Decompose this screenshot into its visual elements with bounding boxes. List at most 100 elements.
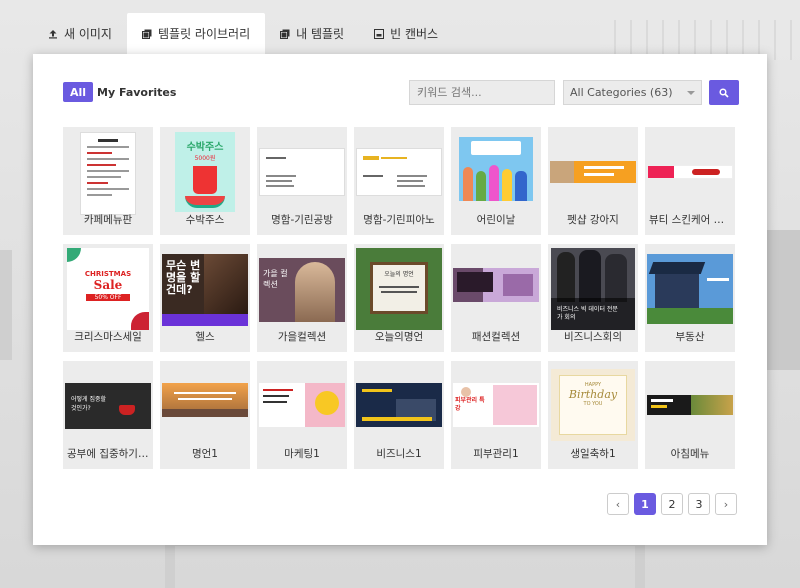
template-label: 명언1 xyxy=(191,448,218,460)
category-select[interactable]: All Categories (63) xyxy=(563,80,702,105)
tab-label: 빈 캔버스 xyxy=(390,27,439,41)
template-card[interactable]: 오늘의 명언 오늘의명언 xyxy=(354,244,444,352)
template-card[interactable]: CHRISTMAS Sale 50% OFF 크리스마스세일 xyxy=(63,244,153,352)
template-label: 비즈니스회의 xyxy=(564,331,622,343)
upload-icon xyxy=(48,29,58,39)
category-select-value: All Categories (63) xyxy=(570,86,673,99)
thumbnail-text: 무슨 변명을 할건데? xyxy=(166,259,201,296)
thumbnail-text: Birthday xyxy=(568,388,618,401)
template-label: 패션컬렉션 xyxy=(471,331,521,343)
tab-template-library[interactable]: 템플릿 라이브러리 xyxy=(126,13,266,54)
template-thumbnail: 어떻게 집중할것인가? xyxy=(65,383,151,429)
templates-icon xyxy=(141,29,152,39)
template-label: 비즈니스1 xyxy=(376,448,422,460)
keyword-search-input[interactable] xyxy=(409,80,555,105)
template-thumbnail xyxy=(356,148,442,196)
template-card[interactable]: HAPPY Birthday TO YOU 생일축하1 xyxy=(548,361,638,469)
tab-blank-canvas[interactable]: 빈 캔버스 xyxy=(359,13,453,54)
page-button-2[interactable]: 2 xyxy=(661,493,683,515)
page-button-3[interactable]: 3 xyxy=(688,493,710,515)
template-thumbnail xyxy=(647,165,733,179)
page-button-1[interactable]: 1 xyxy=(634,493,656,515)
template-label: 헬스 xyxy=(195,331,215,343)
thumbnail-text: Sale xyxy=(93,278,123,292)
template-label: 명함-기린공방 xyxy=(271,214,333,226)
all-filter-button[interactable]: All xyxy=(63,82,94,102)
template-thumbnail: 가을 컬렉션 xyxy=(259,258,345,322)
template-label: 명함-기린피아노 xyxy=(363,214,435,226)
template-card[interactable]: 카페메뉴판 xyxy=(63,127,153,235)
template-thumbnail xyxy=(550,161,636,183)
template-thumbnail xyxy=(80,132,136,215)
search-button[interactable] xyxy=(709,80,739,105)
favorites-filter-button[interactable]: My Favorites xyxy=(97,82,176,102)
template-card[interactable]: 마케팅1 xyxy=(257,361,347,469)
template-card[interactable]: 아침메뉴 xyxy=(645,361,735,469)
template-card[interactable]: 패션컬렉션 xyxy=(451,244,541,352)
tab-label: 새 이미지 xyxy=(64,27,112,41)
template-thumbnail xyxy=(647,254,733,324)
template-thumbnail: 오늘의 명언 xyxy=(356,248,442,330)
template-thumbnail xyxy=(459,137,533,201)
thumbnail-text: 가을 컬렉션 xyxy=(263,269,288,289)
template-label: 가을컬렉션 xyxy=(277,331,327,343)
backdrop-strip-left xyxy=(0,250,12,360)
template-label: 아침메뉴 xyxy=(670,448,710,460)
template-thumbnail xyxy=(356,383,442,427)
template-card[interactable]: 명함-기린공방 xyxy=(257,127,347,235)
template-card[interactable]: 무슨 변명을 할건데? 헬스 xyxy=(160,244,250,352)
template-thumbnail: HAPPY Birthday TO YOU xyxy=(551,369,635,441)
tab-my-templates[interactable]: 내 템플릿 xyxy=(265,13,359,54)
template-card[interactable]: 어떻게 집중할것인가? 공부에 집중하기 ... xyxy=(63,361,153,469)
template-card[interactable]: 뷰티 스킨케어 상... xyxy=(645,127,735,235)
template-card[interactable]: 가을 컬렉션 가을컬렉션 xyxy=(257,244,347,352)
pagination: ‹ 1 2 3 › xyxy=(607,493,737,515)
thumbnail-text: CHRISTMAS xyxy=(84,270,132,278)
template-card[interactable]: 피부관리 특강 피부관리1 xyxy=(451,361,541,469)
template-thumbnail: 비즈니스 빅 데이터 전문가 회의 xyxy=(551,248,635,330)
template-label: 어린이날 xyxy=(476,214,516,226)
template-label: 공부에 집중하기 ... xyxy=(67,448,149,460)
template-grid: 카페메뉴판 수박주스 5000원 수박주스 명함-기린공방 명함-기린피아노 어… xyxy=(63,127,735,469)
tab-label: 템플릿 라이브러리 xyxy=(157,27,251,41)
template-thumbnail: 무슨 변명을 할건데? xyxy=(162,254,248,326)
template-label: 수박주스 xyxy=(185,214,225,226)
thumbnail-text: 50% OFF xyxy=(86,294,130,301)
template-label: 카페메뉴판 xyxy=(83,214,133,226)
template-card[interactable]: 부동산 xyxy=(645,244,735,352)
template-thumbnail xyxy=(259,148,345,196)
thumbnail-text: 5000원 xyxy=(194,155,216,162)
my-templates-icon xyxy=(280,29,290,39)
template-card[interactable]: 비즈니스 빅 데이터 전문가 회의 비즈니스회의 xyxy=(548,244,638,352)
thumbnail-text: TO YOU xyxy=(583,401,603,407)
template-card[interactable]: 수박주스 5000원 수박주스 xyxy=(160,127,250,235)
template-card[interactable]: 어린이날 xyxy=(451,127,541,235)
template-card[interactable]: 명언1 xyxy=(160,361,250,469)
template-card[interactable]: 펫샵 강아지 xyxy=(548,127,638,235)
template-thumbnail xyxy=(259,383,345,427)
thumbnail-text: 비즈니스 빅 데이터 전문가 회의 xyxy=(557,306,618,321)
template-label: 부동산 xyxy=(675,331,705,343)
blank-canvas-icon xyxy=(374,28,385,39)
search-icon xyxy=(719,87,729,98)
template-thumbnail: 수박주스 5000원 xyxy=(175,132,235,212)
template-card[interactable]: 명함-기린피아노 xyxy=(354,127,444,235)
template-label: 피부관리1 xyxy=(473,448,519,460)
thumbnail-text: 어떻게 집중할것인가? xyxy=(71,396,107,412)
template-label: 크리스마스세일 xyxy=(74,331,142,343)
template-label: 오늘의명언 xyxy=(374,331,424,343)
template-thumbnail: CHRISTMAS Sale 50% OFF xyxy=(67,248,149,330)
tab-label: 내 템플릿 xyxy=(296,27,345,41)
template-thumbnail xyxy=(162,383,248,417)
tab-bar: 새 이미지 템플릿 라이브러리 내 템플릿 빈 캔버스 xyxy=(33,13,453,54)
template-thumbnail xyxy=(453,268,539,302)
template-card[interactable]: 비즈니스1 xyxy=(354,361,444,469)
template-label: 펫샵 강아지 xyxy=(567,214,619,226)
tab-new-image[interactable]: 새 이미지 xyxy=(33,13,127,54)
next-page-button[interactable]: › xyxy=(715,493,737,515)
thumbnail-text: 오늘의 명언 xyxy=(384,271,414,278)
previous-page-button[interactable]: ‹ xyxy=(607,493,629,515)
thumbnail-text: 피부관리 특강 xyxy=(455,397,485,412)
template-library-panel: All My Favorites All Categories (63) xyxy=(33,54,767,545)
chevron-down-icon xyxy=(687,90,695,95)
